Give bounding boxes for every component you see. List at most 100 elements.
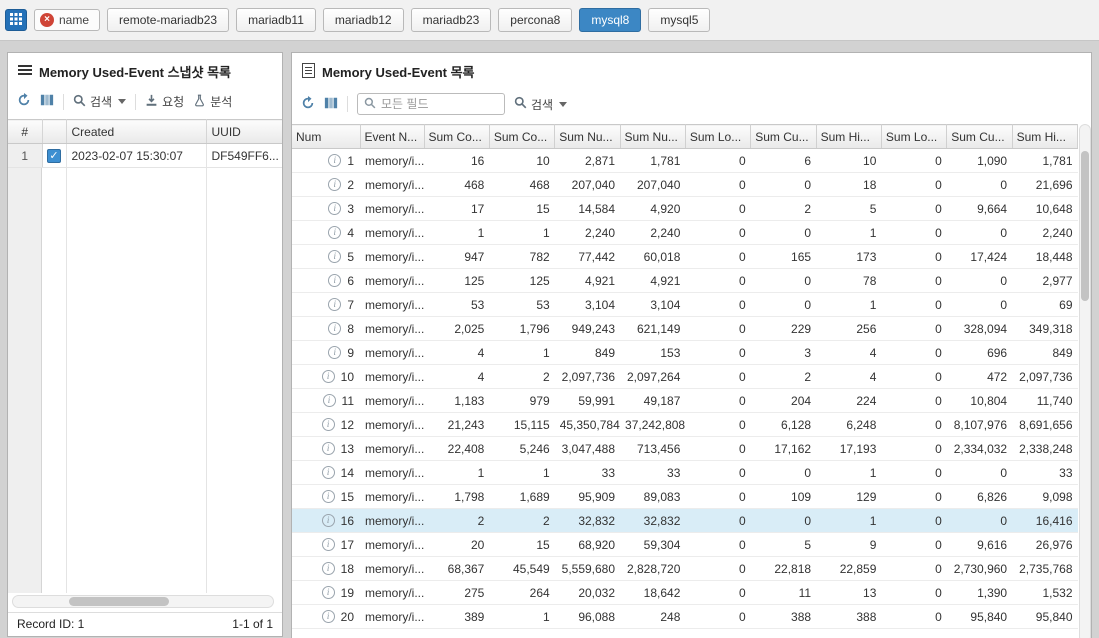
event-row[interactable]: i14memory/i...1133330010033	[292, 461, 1078, 485]
event-row[interactable]: i10memory/i...422,097,7362,097,264024047…	[292, 365, 1078, 389]
metric-value-cell: 1	[489, 341, 554, 365]
request-button[interactable]: 요청	[145, 93, 184, 110]
list-menu-icon	[18, 64, 32, 79]
event-row[interactable]: i13memory/i...22,4085,2463,047,488713,45…	[292, 437, 1078, 461]
refresh-button[interactable]	[301, 96, 315, 113]
column-header[interactable]: Sum Lo...	[881, 125, 946, 149]
columns-button[interactable]	[40, 93, 54, 110]
server-tab-remote-mariadb23[interactable]: remote-mariadb23	[107, 8, 229, 32]
info-icon[interactable]: i	[322, 586, 335, 599]
event-row[interactable]: i16memory/i...2232,83232,8320010016,416	[292, 509, 1078, 533]
server-tab-mariadb11[interactable]: mariadb11	[236, 8, 316, 32]
metric-value-cell: 2,025	[424, 317, 489, 341]
event-row[interactable]: i11memory/i...1,18397959,99149,187020422…	[292, 389, 1078, 413]
server-tab-mysql8[interactable]: mysql8	[579, 8, 641, 32]
event-row[interactable]: i8memory/i...2,0251,796949,243621,149022…	[292, 317, 1078, 341]
column-header[interactable]: Sum Hi...	[1012, 125, 1077, 149]
info-icon[interactable]: i	[328, 346, 341, 359]
info-icon[interactable]: i	[328, 250, 341, 263]
server-tab-percona8[interactable]: percona8	[498, 8, 572, 32]
column-header[interactable]: Event N...	[360, 125, 424, 149]
event-row[interactable]: i20memory/i...389196,0882480388388095,84…	[292, 605, 1078, 629]
column-header[interactable]: Sum Lo...	[685, 125, 750, 149]
event-name-cell: memory/i...	[360, 317, 424, 341]
event-row[interactable]: i1memory/i...16102,8711,781061001,0901,7…	[292, 149, 1078, 173]
metric-value-cell: 0	[685, 485, 750, 509]
event-panel-header: Memory Used-Event 목록	[292, 53, 1091, 86]
info-icon[interactable]: i	[322, 466, 335, 479]
column-header[interactable]: Sum Cu...	[751, 125, 816, 149]
columns-button[interactable]	[324, 96, 338, 113]
metric-value-cell: 849	[555, 341, 620, 365]
metric-value-cell: 224	[816, 389, 881, 413]
column-header[interactable]: Sum Co...	[489, 125, 554, 149]
server-tab-mariadb12[interactable]: mariadb12	[323, 8, 404, 32]
metric-value-cell: 21,696	[1012, 173, 1077, 197]
analyze-button[interactable]: 분석	[193, 93, 232, 110]
apps-grid-button[interactable]	[5, 9, 27, 31]
refresh-button[interactable]	[17, 93, 31, 110]
info-icon[interactable]: i	[328, 274, 341, 287]
info-icon[interactable]: i	[322, 562, 335, 575]
event-row[interactable]: i17memory/i...201568,92059,30405909,6162…	[292, 533, 1078, 557]
remove-filter-icon[interactable]: ×	[40, 13, 54, 27]
metric-value-cell: 5	[816, 197, 881, 221]
event-row[interactable]: i15memory/i...1,7981,68995,90989,0830109…	[292, 485, 1078, 509]
info-icon[interactable]: i	[322, 370, 335, 383]
info-icon[interactable]: i	[323, 394, 336, 407]
event-row[interactable]: i7memory/i...53533,1043,1040010069	[292, 293, 1078, 317]
horizontal-scrollbar[interactable]	[12, 595, 274, 608]
server-tab-mysql5[interactable]: mysql5	[648, 8, 710, 32]
vertical-scrollbar[interactable]	[1079, 124, 1091, 638]
server-tab-mariadb23[interactable]: mariadb23	[411, 8, 492, 32]
metric-value-cell: 53	[424, 293, 489, 317]
search-dropdown-button[interactable]: 검색	[73, 93, 126, 110]
info-icon[interactable]: i	[322, 418, 335, 431]
column-header[interactable]: Num	[292, 125, 360, 149]
column-header[interactable]: Sum Nu...	[620, 125, 685, 149]
column-header[interactable]: Sum Nu...	[555, 125, 620, 149]
event-row[interactable]: i3memory/i...171514,5844,92002509,66410,…	[292, 197, 1078, 221]
info-icon[interactable]: i	[328, 154, 341, 167]
filter-chip-name[interactable]: × name	[34, 9, 100, 31]
info-icon[interactable]: i	[328, 202, 341, 215]
info-icon[interactable]: i	[328, 226, 341, 239]
row-checkbox[interactable]: ✓	[47, 149, 61, 163]
column-header[interactable]: Sum Cu...	[947, 125, 1012, 149]
column-header[interactable]: Sum Hi...	[816, 125, 881, 149]
info-icon[interactable]: i	[322, 610, 335, 623]
event-row[interactable]: i19memory/i...27526420,03218,6420111301,…	[292, 581, 1078, 605]
event-row[interactable]: i2memory/i...468468207,040207,0400018002…	[292, 173, 1078, 197]
metric-value-cell: 8,107,976	[947, 413, 1012, 437]
info-icon[interactable]: i	[322, 514, 335, 527]
scrollbar-thumb[interactable]	[69, 597, 169, 606]
snapshot-row[interactable]: 1 ✓ 2023-02-07 15:30:07 DF549FF6...	[8, 144, 282, 168]
uuid-column-header[interactable]: UUID	[206, 120, 282, 144]
event-row[interactable]: i9memory/i...418491530340696849	[292, 341, 1078, 365]
metric-value-cell: 33	[620, 461, 685, 485]
metric-value-cell: 2	[751, 197, 816, 221]
event-row[interactable]: i5memory/i...94778277,44260,018016517301…	[292, 245, 1078, 269]
column-header[interactable]: Sum Co...	[424, 125, 489, 149]
event-table-header-row: NumEvent N...Sum Co...Sum Co...Sum Nu...…	[292, 125, 1078, 149]
info-icon[interactable]: i	[322, 442, 335, 455]
checkbox-column-header[interactable]	[42, 120, 66, 144]
event-row[interactable]: i4memory/i...112,2402,240001002,240	[292, 221, 1078, 245]
info-icon[interactable]: i	[328, 298, 341, 311]
index-column-header[interactable]: #	[8, 120, 42, 144]
metric-value-cell: 2,338,248	[1012, 437, 1077, 461]
event-row[interactable]: i18memory/i...68,36745,5495,559,6802,828…	[292, 557, 1078, 581]
info-icon[interactable]: i	[322, 538, 335, 551]
metric-value-cell: 349,318	[1012, 317, 1077, 341]
row-number: 17	[341, 538, 354, 552]
info-icon[interactable]: i	[328, 322, 341, 335]
field-filter-input[interactable]	[381, 97, 498, 111]
event-row[interactable]: i6memory/i...1251254,9214,9210078002,977	[292, 269, 1078, 293]
info-icon[interactable]: i	[322, 490, 335, 503]
info-icon[interactable]: i	[328, 178, 341, 191]
created-column-header[interactable]: Created	[66, 120, 206, 144]
search-dropdown-button[interactable]: 검색	[514, 96, 567, 113]
row-number: 15	[341, 490, 354, 504]
scrollbar-thumb[interactable]	[1081, 151, 1089, 301]
event-row[interactable]: i12memory/i...21,24315,11545,350,78437,2…	[292, 413, 1078, 437]
